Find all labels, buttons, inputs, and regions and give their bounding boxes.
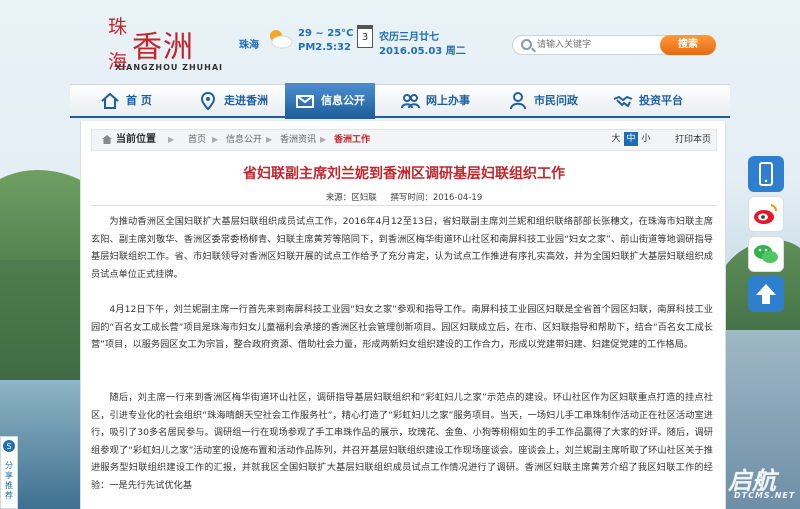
nav-item-invest[interactable]: 投资平台: [613, 85, 683, 117]
breadcrumb-separator: ▶: [212, 135, 219, 144]
nav-item-home[interactable]: 首 页: [100, 85, 152, 117]
article-time: 2016-04-19: [432, 193, 483, 203]
nav-label-invest: 投资平台: [639, 94, 683, 107]
search-icon: [521, 39, 532, 50]
nav-label-ask: 市民问政: [534, 94, 578, 107]
nav-item-info[interactable]: 信息公开: [285, 83, 375, 119]
logo-main-text: 香洲: [132, 30, 194, 65]
weather-city: 珠海: [239, 40, 259, 51]
nav-label-online: 网上办事: [426, 94, 470, 107]
article-panel: 当前位置 ▶ 首页 ▶ 信息公开 ▶ 香洲资讯 ▶ 香洲工作 大 中 小 打印本…: [80, 121, 726, 509]
search-input[interactable]: [537, 38, 657, 52]
breadcrumb-item-work[interactable]: 香洲工作: [334, 130, 370, 150]
site-logo[interactable]: 珠 海 香洲: [108, 16, 193, 88]
envelope-icon: [296, 95, 314, 108]
article-source: 区妇联: [351, 193, 377, 203]
breadcrumb: 当前位置 ▶ 首页 ▶ 信息公开 ▶ 香洲资讯 ▶ 香洲工作 大 中 小 打印本…: [91, 129, 717, 151]
search-box: 搜索: [512, 35, 716, 55]
nav-label-info: 信息公开: [321, 94, 365, 107]
nav-label-enter: 走进香洲: [224, 94, 268, 107]
nav-label-home: 首 页: [126, 94, 152, 107]
logo-english: XIANGZHOU ZHUHAI: [115, 63, 224, 72]
weather-temperature: 29 ~ 25°C: [298, 28, 354, 39]
source-label: 来源：: [325, 193, 352, 203]
home-icon: [101, 92, 119, 109]
logo-char-zhu: 珠: [108, 16, 129, 38]
arrow-up-icon: [756, 284, 776, 304]
svg-text:S: S: [6, 442, 11, 451]
weibo-button[interactable]: [748, 196, 784, 232]
location-pin-icon: [200, 91, 216, 111]
article-paragraph: 随后，刘主席一行来到香洲区梅华街道环山社区，调研指导基层妇联组织和“彩虹妇儿之家…: [91, 392, 713, 491]
calendar-day: 3: [361, 32, 369, 43]
current-date: 2016.05.03 周二: [379, 46, 466, 57]
breadcrumb-separator: ▶: [266, 135, 273, 144]
breadcrumb-separator: ▶: [168, 135, 175, 144]
breadcrumb-item-info[interactable]: 信息公开: [226, 130, 262, 150]
main-nav: 首 页 走进香洲 信息公开 网上办事 市民问政 投资平台: [70, 83, 730, 119]
site-watermark: 启航 DTCMS.NET: [704, 461, 800, 505]
site-header: 珠 海 香洲 XIANGZHOU ZHUHAI 珠海 29 ~ 25°C PM2…: [0, 0, 800, 80]
share-icon: S: [3, 440, 15, 452]
lunar-date: 农历三月廿七: [379, 32, 439, 43]
mobile-site-button[interactable]: [748, 156, 784, 192]
back-to-top-button[interactable]: [748, 276, 784, 312]
share-widget[interactable]: S 分享推荐: [0, 436, 18, 509]
breadcrumb-item-news[interactable]: 香洲资讯: [280, 130, 316, 150]
weather-pm25: PM2.5:32: [298, 42, 351, 53]
phone-icon: [759, 162, 773, 186]
nav-item-ask[interactable]: 市民问政: [508, 85, 578, 117]
home-icon: [102, 135, 112, 144]
breadcrumb-current-label: 当前位置: [116, 134, 156, 145]
title-divider: [91, 205, 717, 206]
breadcrumb-separator: ▶: [320, 135, 327, 144]
font-size-small[interactable]: 小: [639, 132, 653, 146]
watermark-sub: DTCMS.NET: [734, 491, 796, 500]
nav-item-enter[interactable]: 走进香洲: [198, 85, 268, 117]
wechat-button[interactable]: [748, 236, 784, 272]
breadcrumb-item-home[interactable]: 首页: [188, 130, 206, 150]
person-icon: [510, 92, 526, 110]
font-size-large[interactable]: 大: [609, 132, 623, 146]
font-size-medium[interactable]: 中: [624, 132, 638, 146]
weibo-icon: [754, 204, 778, 224]
handshake-icon: [613, 95, 633, 108]
article-paragraph: 为推动香洲区全国妇联扩大基层妇联组织成员试点工作，2016年4月12至13日，省…: [91, 216, 713, 280]
wechat-icon: [754, 245, 778, 263]
nav-item-online[interactable]: 网上办事: [400, 85, 470, 117]
people-icon: [401, 94, 420, 109]
article-title: 省妇联副主席刘兰妮到香洲区调研基层妇联组织工作: [243, 166, 565, 182]
article-paragraph: 4月12日下午，刘兰妮副主席一行首先来到南屏科技工业园“妇女之家”参观和指导工作…: [91, 304, 713, 351]
calendar-icon: 3: [357, 25, 373, 48]
partly-cloudy-icon: [270, 30, 293, 49]
time-label: 撰写时间：: [390, 193, 433, 203]
article-meta: 来源：区妇联 撰写时间：2016-04-19: [81, 191, 727, 203]
print-page-link[interactable]: 打印本页: [675, 130, 711, 150]
search-button[interactable]: 搜索: [660, 35, 716, 55]
share-label: 分享推荐: [5, 461, 13, 500]
